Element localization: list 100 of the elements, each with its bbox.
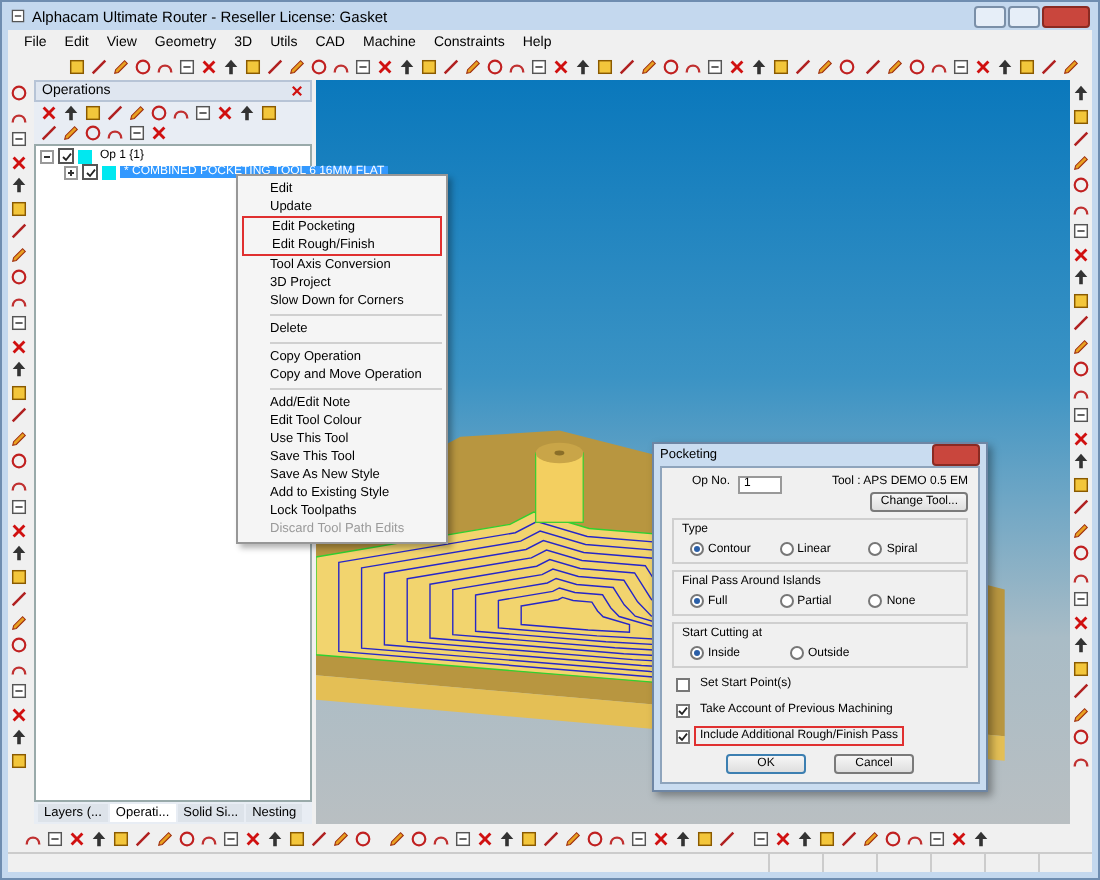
box-icon[interactable] [1072, 590, 1090, 608]
cross-icon[interactable] [40, 104, 58, 122]
circle-icon[interactable] [10, 84, 28, 102]
radio-button[interactable] [690, 542, 704, 556]
pencil-icon[interactable] [1072, 521, 1090, 539]
pencil-icon[interactable] [1062, 58, 1080, 76]
cross-icon[interactable] [10, 705, 28, 723]
cross-icon[interactable] [950, 829, 968, 847]
pencil-icon[interactable] [1072, 705, 1090, 723]
square-icon[interactable] [112, 829, 130, 847]
line-icon[interactable] [90, 58, 108, 76]
box-icon[interactable] [46, 829, 64, 847]
pencil-icon[interactable] [156, 829, 174, 847]
cross-icon[interactable] [774, 829, 792, 847]
line-icon[interactable] [1072, 682, 1090, 700]
close-button[interactable] [1042, 5, 1090, 27]
arrow-icon[interactable] [10, 360, 28, 378]
radio-button[interactable] [779, 542, 794, 556]
square-icon[interactable] [244, 58, 262, 76]
minimize-button[interactable] [974, 5, 1006, 27]
arrow-icon[interactable] [10, 176, 28, 194]
pencil-icon[interactable] [862, 829, 880, 847]
arrow-icon[interactable] [90, 829, 108, 847]
circle-icon[interactable] [1072, 728, 1090, 746]
pencil-icon[interactable] [886, 58, 904, 76]
pencil-icon[interactable] [1072, 153, 1090, 171]
arrow-icon[interactable] [10, 728, 28, 746]
cross-icon[interactable] [216, 104, 234, 122]
pencil-icon[interactable] [10, 429, 28, 447]
circle-icon[interactable] [1072, 176, 1090, 194]
square-icon[interactable] [818, 829, 836, 847]
pencil-icon[interactable] [112, 58, 130, 76]
square-icon[interactable] [1072, 107, 1090, 125]
circle-icon[interactable] [838, 58, 856, 76]
checkbox[interactable] [82, 164, 98, 180]
circle-icon[interactable] [486, 58, 504, 76]
square-icon[interactable] [10, 567, 28, 585]
checkbox[interactable] [58, 148, 74, 164]
box-icon[interactable] [952, 58, 970, 76]
box-icon[interactable] [1072, 406, 1090, 424]
circle-icon[interactable] [354, 829, 372, 847]
pencil-icon[interactable] [640, 58, 658, 76]
circle-icon[interactable] [10, 268, 28, 286]
checkbox[interactable] [676, 703, 690, 717]
line-icon[interactable] [10, 590, 28, 608]
arrow-icon[interactable] [1072, 636, 1090, 654]
arrow-icon[interactable] [750, 58, 768, 76]
expand-icon[interactable] [64, 165, 78, 179]
box-icon[interactable] [928, 829, 946, 847]
square-icon[interactable] [596, 58, 614, 76]
square-icon[interactable] [420, 58, 438, 76]
cross-icon[interactable] [290, 84, 304, 98]
cross-icon[interactable] [244, 829, 262, 847]
box-icon[interactable] [128, 124, 146, 142]
line-icon[interactable] [1072, 314, 1090, 332]
circle-icon[interactable] [410, 829, 428, 847]
pencil-icon[interactable] [564, 829, 582, 847]
line-icon[interactable] [1040, 58, 1058, 76]
circle-icon[interactable] [310, 58, 328, 76]
circle-icon[interactable] [1072, 360, 1090, 378]
radio-button[interactable] [790, 646, 804, 660]
cross-icon[interactable] [652, 829, 670, 847]
square-icon[interactable] [1018, 58, 1036, 76]
cross-icon[interactable] [150, 124, 168, 142]
radio-button[interactable] [868, 542, 883, 556]
circle-icon[interactable] [178, 829, 196, 847]
line-icon[interactable] [618, 58, 636, 76]
arrow-icon[interactable] [574, 58, 592, 76]
arrow-icon[interactable] [972, 829, 990, 847]
cross-icon[interactable] [1072, 429, 1090, 447]
arrow-icon[interactable] [238, 104, 256, 122]
line-icon[interactable] [310, 829, 328, 847]
arrow-icon[interactable] [674, 829, 692, 847]
line-icon[interactable] [10, 222, 28, 240]
box-icon[interactable] [194, 104, 212, 122]
circle-icon[interactable] [10, 636, 28, 654]
arrow-icon[interactable] [398, 58, 416, 76]
circle-icon[interactable] [586, 829, 604, 847]
pencil-icon[interactable] [816, 58, 834, 76]
radio-button[interactable] [690, 594, 704, 608]
cross-icon[interactable] [552, 58, 570, 76]
box-icon[interactable] [10, 682, 28, 700]
arrow-icon[interactable] [222, 58, 240, 76]
arrow-icon[interactable] [1072, 452, 1090, 470]
pencil-icon[interactable] [388, 829, 406, 847]
arrow-icon[interactable] [62, 104, 80, 122]
arrow-icon[interactable] [796, 829, 814, 847]
cross-icon[interactable] [1072, 613, 1090, 631]
line-icon[interactable] [794, 58, 812, 76]
cross-icon[interactable] [476, 829, 494, 847]
circle-icon[interactable] [150, 104, 168, 122]
line-icon[interactable] [40, 124, 58, 142]
box-icon[interactable] [706, 58, 724, 76]
line-icon[interactable] [442, 58, 460, 76]
pencil-icon[interactable] [288, 58, 306, 76]
box-icon[interactable] [10, 8, 26, 24]
cross-icon[interactable] [200, 58, 218, 76]
maximize-button[interactable] [1008, 5, 1040, 27]
line-icon[interactable] [864, 58, 882, 76]
square-icon[interactable] [696, 829, 714, 847]
